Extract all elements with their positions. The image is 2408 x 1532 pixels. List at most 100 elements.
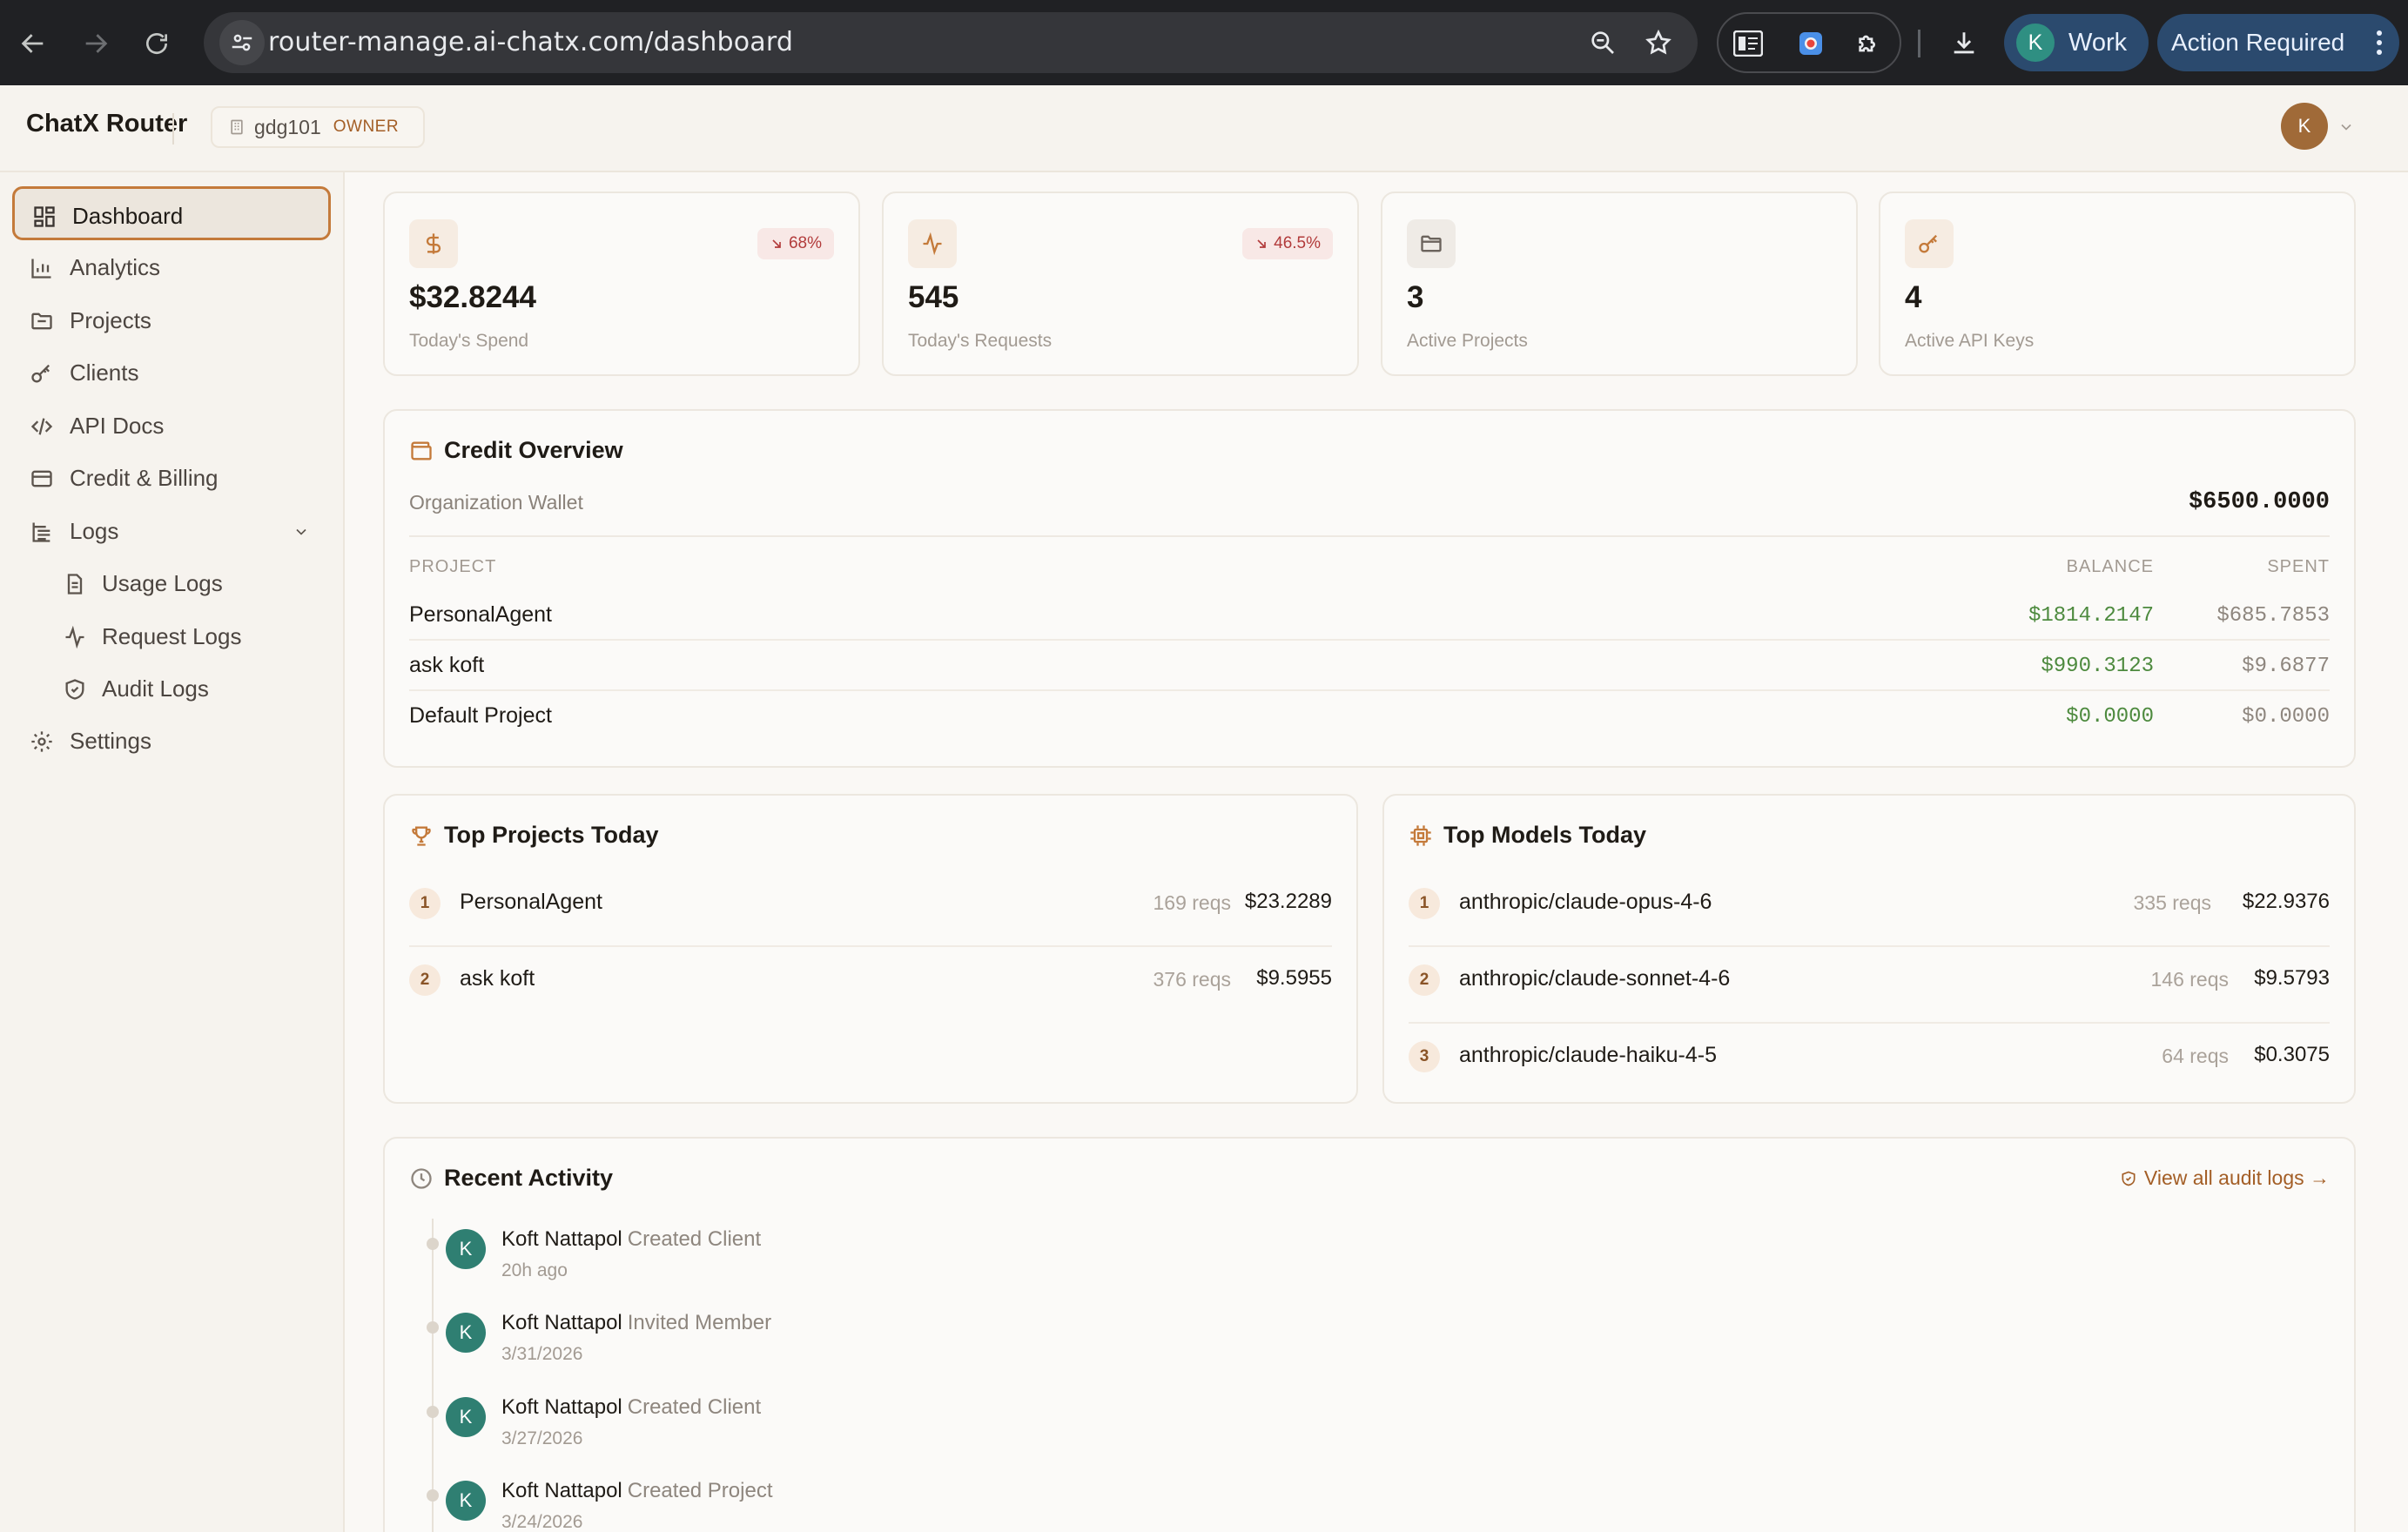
project-spent: $0.0000 <box>2242 705 2330 729</box>
cpu-icon <box>1410 824 1431 846</box>
list-item[interactable]: 3 anthropic/claude-haiku-4-5 64 reqs $0.… <box>1409 1024 2330 1100</box>
profile-label: Work <box>2068 28 2128 57</box>
table-row: Default Project $0.0000 $0.0000 <box>409 691 2330 742</box>
list-item[interactable]: 2 ask koft 376 reqs $9.5955 <box>409 947 1332 1024</box>
main-content: 68% $32.8244 Today's Spend 46.5% 545 Tod… <box>345 172 2408 1532</box>
cost-value: $23.2289 <box>1244 890 1332 913</box>
action-text: Created Client <box>627 1227 762 1251</box>
request-count: 335 reqs <box>2133 891 2211 914</box>
sidebar-item-usage-logs[interactable]: Usage Logs <box>12 556 331 610</box>
list-item[interactable]: 1 PersonalAgent 169 reqs $23.2289 <box>409 870 1332 947</box>
list-item[interactable]: 1 anthropic/claude-opus-4-6 335 reqs $22… <box>1409 870 2330 947</box>
zoom-icon[interactable] <box>1584 24 1621 61</box>
avatar: K <box>446 1397 486 1437</box>
rank-badge: 2 <box>1409 964 1440 996</box>
bookmark-star-icon[interactable] <box>1640 24 1677 61</box>
view-all-audit-logs-link[interactable]: View all audit logs → <box>2120 1166 2330 1190</box>
file-icon <box>67 574 83 595</box>
folder-icon <box>1407 219 1456 268</box>
stat-card-requests: 46.5% 545 Today's Requests <box>882 192 1359 376</box>
activity-time: 3/31/2026 <box>501 1344 583 1364</box>
rank-badge: 1 <box>409 888 441 919</box>
extensions-group <box>1717 12 1901 73</box>
table-row: PersonalAgent $1814.2147 $685.7853 <box>409 590 2330 641</box>
downloads-button[interactable] <box>1943 23 1985 64</box>
browser-toolbar: router-manage.ai-chatx.com/dashboard K W… <box>0 0 2408 85</box>
sidebar-item-request-logs[interactable]: Request Logs <box>12 609 331 663</box>
action-text: Invited Member <box>627 1311 772 1334</box>
sidebar-item-credit-billing[interactable]: Credit & Billing <box>12 451 331 505</box>
sidebar-item-dashboard[interactable]: Dashboard <box>12 186 331 240</box>
project-name: PersonalAgent <box>409 602 553 627</box>
list-item[interactable]: 2 anthropic/claude-sonnet-4-6 146 reqs $… <box>1409 947 2330 1024</box>
chevron-down-icon[interactable] <box>2337 118 2355 136</box>
reader-extension-icon[interactable] <box>1729 24 1767 63</box>
sidebar-item-clients[interactable]: Clients <box>12 346 331 400</box>
credit-overview-card: Credit Overview Organization Wallet $650… <box>383 409 2356 768</box>
sidebar-item-label: API Docs <box>70 413 165 439</box>
sidebar-item-label: Audit Logs <box>102 675 209 702</box>
activity-time: 20h ago <box>501 1260 568 1280</box>
stat-card-spend: 68% $32.8244 Today's Spend <box>383 192 860 376</box>
page-scrollbar[interactable] <box>2396 197 2401 1532</box>
forward-button[interactable] <box>73 21 118 66</box>
reload-button[interactable] <box>134 21 179 66</box>
card-title: Top Models Today <box>1409 822 1646 849</box>
address-bar[interactable]: router-manage.ai-chatx.com/dashboard <box>204 12 1698 73</box>
request-count: 64 reqs <box>2162 1045 2229 1067</box>
action-required-button[interactable]: Action Required <box>2157 14 2399 71</box>
puzzle-extensions-icon[interactable] <box>1849 24 1887 63</box>
table-row: ask koft $990.3123 $9.6877 <box>409 641 2330 691</box>
folder-icon <box>31 312 52 330</box>
brand-title[interactable]: ChatX Router <box>26 110 187 138</box>
sidebar-item-logs[interactable]: Logs <box>12 504 331 558</box>
header-divider <box>172 113 174 144</box>
browser-profile-button[interactable]: K Work <box>2004 14 2149 71</box>
stat-label: Active Projects <box>1407 331 1528 351</box>
sidebar-item-projects[interactable]: Projects <box>12 293 331 347</box>
site-info-icon[interactable] <box>219 20 265 65</box>
actor-name: Koft Nattapol <box>501 1227 622 1251</box>
sidebar-item-analytics[interactable]: Analytics <box>12 240 331 294</box>
card-title: Recent Activity <box>409 1165 613 1192</box>
user-avatar[interactable]: K <box>2281 103 2328 150</box>
action-text: Created Client <box>627 1395 762 1419</box>
stat-label: Today's Requests <box>908 331 1053 351</box>
project-name: ask koft <box>460 966 535 991</box>
actor-name: Koft Nattapol <box>501 1311 622 1334</box>
sidebar-item-api-docs[interactable]: API Docs <box>12 399 331 453</box>
screen-recorder-extension-icon[interactable] <box>1792 24 1830 63</box>
actor-name: Koft Nattapol <box>501 1395 622 1419</box>
model-name: anthropic/claude-opus-4-6 <box>1459 890 1712 914</box>
activity-icon <box>65 625 84 649</box>
trend-down-icon <box>772 239 781 248</box>
sidebar-item-audit-logs[interactable]: Audit Logs <box>12 662 331 716</box>
org-role-badge: OWNER <box>333 118 400 136</box>
action-text: Created Project <box>627 1479 773 1502</box>
project-spent: $9.6877 <box>2242 655 2330 678</box>
sidebar-item-label: Usage Logs <box>102 570 223 596</box>
org-switcher[interactable]: gdg101 OWNER <box>211 106 425 148</box>
timeline-dot <box>427 1489 439 1502</box>
project-balance: $0.0000 <box>2066 705 2154 729</box>
project-name: Default Project <box>409 703 552 728</box>
stat-card-api-keys: 4 Active API Keys <box>1879 192 2356 376</box>
sidebar-item-settings[interactable]: Settings <box>12 714 331 768</box>
sidebar-item-label: Dashboard <box>72 203 184 229</box>
clock-icon <box>411 1167 432 1189</box>
request-count: 146 reqs <box>2150 968 2229 991</box>
actor-name: Koft Nattapol <box>501 1479 622 1502</box>
rank-badge: 1 <box>1409 888 1440 919</box>
column-header-balance: BALANCE <box>2066 557 2154 576</box>
wallet-value: $6500.0000 <box>2188 489 2330 515</box>
trend-down-icon <box>1257 239 1266 248</box>
action-required-label: Action Required <box>2171 29 2345 56</box>
card-title: Top Projects Today <box>409 822 659 849</box>
url-text[interactable]: router-manage.ai-chatx.com/dashboard <box>268 12 793 73</box>
cost-value: $9.5955 <box>1256 966 1332 990</box>
back-button[interactable] <box>10 21 56 66</box>
timeline-dot <box>427 1238 439 1250</box>
reload-icon <box>146 33 167 54</box>
project-name: PersonalAgent <box>460 890 603 914</box>
activity-text: Koft Nattapol Created Client <box>501 1227 761 1252</box>
